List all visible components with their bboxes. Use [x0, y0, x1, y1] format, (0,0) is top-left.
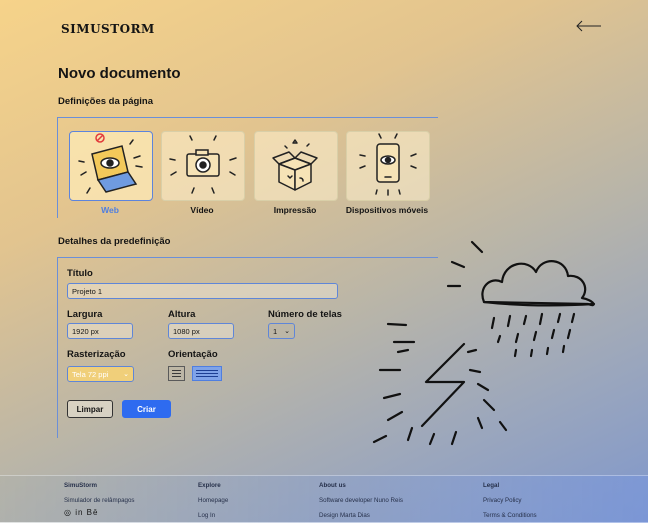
footer-link-design[interactable]: Design Marta Dias	[319, 512, 403, 519]
footer-legal-head: Legal	[483, 482, 500, 489]
arrow-left-icon[interactable]	[576, 20, 602, 32]
package-icon	[272, 139, 318, 191]
height-label: Altura	[168, 309, 196, 320]
raster-select[interactable]: Tela 72 ppi ⌄	[67, 366, 134, 382]
preset-video[interactable]	[161, 131, 245, 201]
preset-label-video: Vídeo	[190, 205, 214, 215]
laptop-icon	[78, 133, 143, 194]
chevron-down-icon: ⌄	[284, 328, 290, 335]
app-logo: SIMUSTORM	[61, 22, 155, 36]
height-input[interactable]: 1080 px	[168, 323, 234, 339]
footer-col-about: About us Software developer Nuno Reis De…	[319, 482, 403, 527]
screens-value: 1	[273, 327, 278, 336]
footer-explore-head: Explore	[198, 482, 221, 489]
create-button[interactable]: Criar	[122, 400, 171, 418]
preset-mobile[interactable]	[346, 131, 430, 201]
footer-link-privacy[interactable]: Privacy Policy	[483, 497, 537, 504]
preset-print[interactable]	[254, 131, 338, 201]
orientation-label: Orientação	[168, 349, 218, 360]
chevron-down-icon: ⌄	[123, 371, 129, 378]
page-title: Novo documento	[58, 65, 181, 82]
phone-icon	[359, 133, 417, 196]
screens-label: Número de telas	[268, 309, 342, 320]
footer-brand-head: SimuStorm	[64, 482, 98, 489]
preset-web[interactable]	[69, 131, 153, 201]
preset-label-web: Web	[101, 205, 119, 215]
footer-link-developer[interactable]: Software developer Nuno Reis	[319, 497, 403, 504]
social-icons[interactable]: ◎ in Bē	[64, 508, 98, 517]
footer-link-login[interactable]: Log In	[198, 512, 228, 519]
title-label: Título	[67, 268, 93, 279]
raster-value: Tela 72 ppi	[72, 370, 109, 379]
preset-details-title: Detalhes da predefinição	[58, 236, 171, 247]
footer-about-head: About us	[319, 482, 346, 489]
width-input[interactable]: 1920 px	[67, 323, 133, 339]
footer-link-homepage[interactable]: Homepage	[198, 497, 228, 504]
portrait-icon[interactable]	[168, 366, 185, 381]
title-input[interactable]: Projeto 1	[67, 283, 338, 299]
storm-cloud-lightning-icon	[372, 240, 596, 446]
width-label: Largura	[67, 309, 103, 320]
footer-link-terms[interactable]: Terms & Conditions	[483, 512, 537, 519]
footer-col-legal: Legal Privacy Policy Terms & Conditions	[483, 482, 537, 527]
landscape-icon[interactable]	[192, 366, 222, 381]
preset-label-print: Impressão	[273, 205, 317, 215]
camera-icon	[169, 135, 237, 194]
screens-select[interactable]: 1 ⌄	[268, 323, 295, 339]
preset-label-mobile: Dispositivos móveis	[345, 205, 429, 215]
page-settings-title: Definições da página	[58, 96, 154, 107]
footer-brand-tagline: Simulador de relâmpagos	[64, 497, 135, 504]
clear-button[interactable]: Limpar	[67, 400, 113, 418]
footer-col-explore: Explore Homepage Log In	[198, 482, 228, 527]
raster-label: Rasterização	[67, 349, 126, 360]
